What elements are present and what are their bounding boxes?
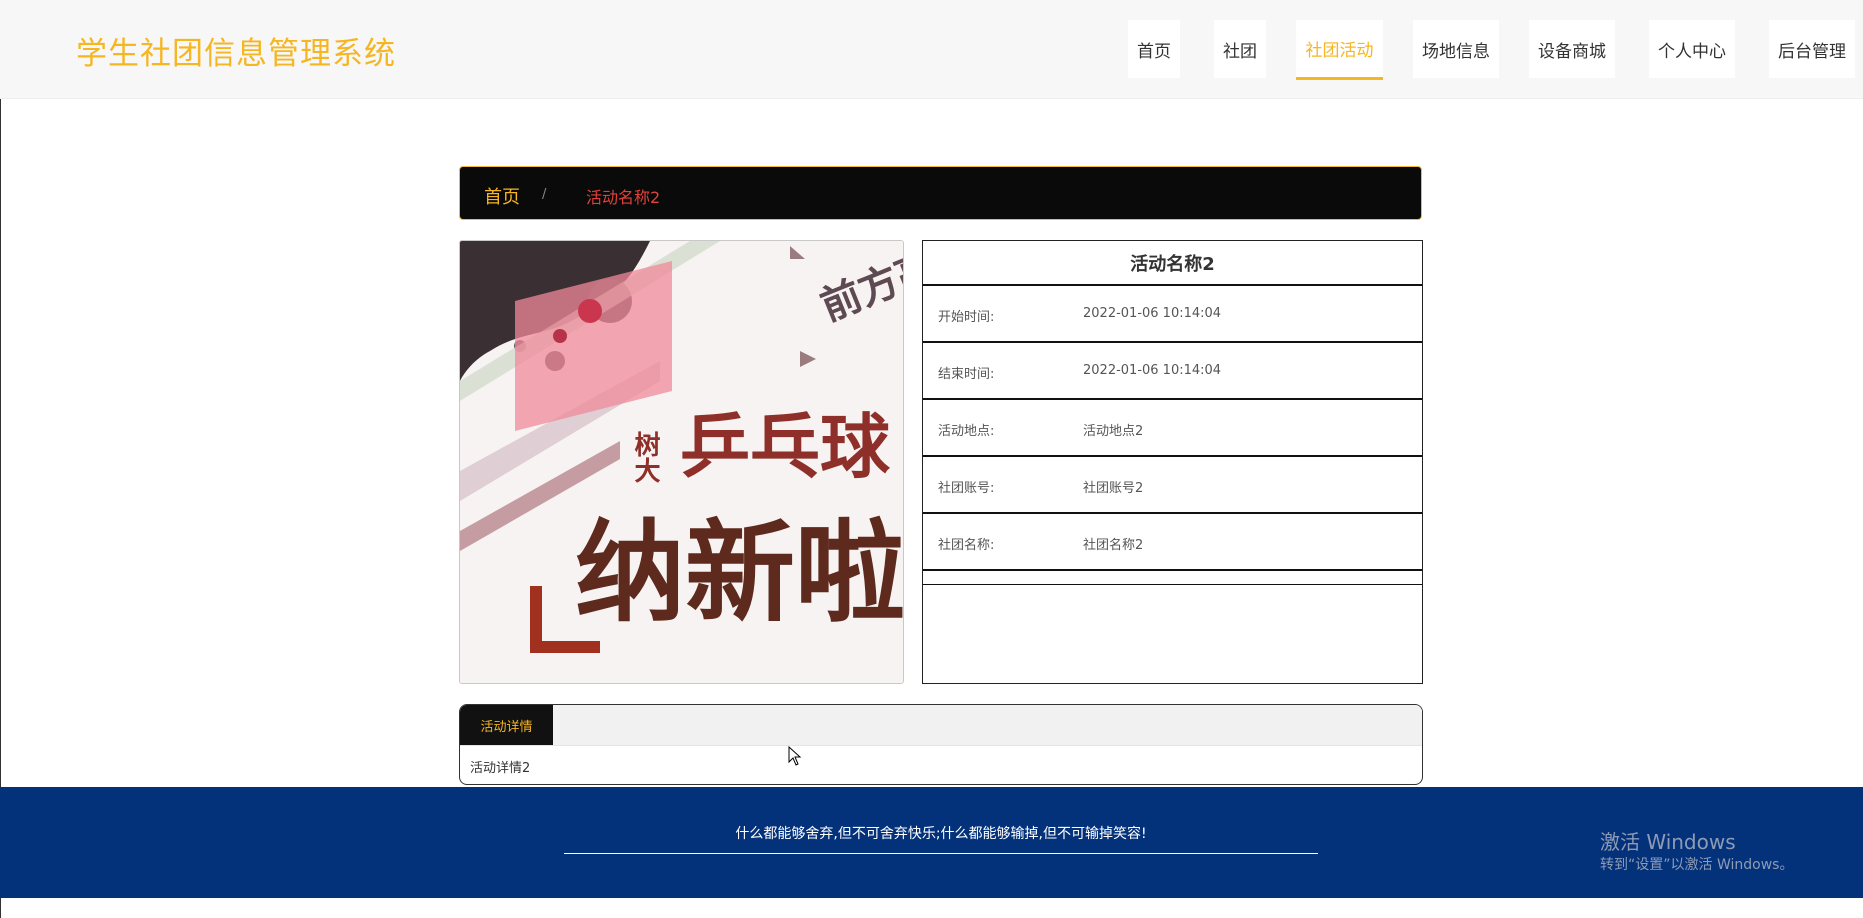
breadcrumb-current: 活动名称2	[586, 188, 661, 207]
info-value: 社团账号2	[1083, 481, 1144, 496]
poster-text-big: 纳新啦	[575, 509, 904, 637]
site-footer: 什么都能够舍弃,但不可舍弃快乐;什么都能够输掉,但不可输掉笑容! 激活 Wind…	[0, 787, 1863, 898]
nav-item-profile[interactable]: 个人中心	[1649, 20, 1735, 78]
info-label: 社团名称:	[938, 538, 995, 553]
info-label: 社团账号:	[938, 481, 995, 496]
tab-activity-details[interactable]: 活动详情	[460, 705, 553, 745]
activity-details-panel: 活动详情 活动详情2	[459, 704, 1423, 785]
main-nav: 首页 社团 社团活动 场地信息 设备商城 个人中心 后台管理	[0, 20, 1863, 80]
info-row-start-time: 开始时间: 2022-01-06 10:14:04	[923, 286, 1422, 343]
info-row-end-time: 结束时间: 2022-01-06 10:14:04	[923, 343, 1422, 400]
nav-item-venue-info[interactable]: 场地信息	[1413, 20, 1499, 78]
info-value: 活动地点2	[1083, 424, 1144, 439]
nav-item-equipment-store[interactable]: 设备商城	[1529, 20, 1615, 78]
info-label: 活动地点:	[938, 424, 995, 439]
mouse-pointer-icon	[788, 746, 802, 766]
nav-item-club-activities[interactable]: 社团活动	[1296, 20, 1383, 80]
poster-text-mid: 乒乓球	[680, 406, 891, 488]
info-value: 社团名称2	[1083, 538, 1144, 553]
site-header: 学生社团信息管理系统 首页 社团 社团活动 场地信息 设备商城 个人中心 后台管…	[0, 0, 1863, 99]
breadcrumb-separator: /	[542, 187, 547, 202]
activity-title: 活动名称2	[923, 241, 1422, 286]
poster-text-small: 树大	[630, 431, 660, 483]
details-content: 活动详情2	[470, 761, 531, 776]
footer-slogan: 什么都能够舍弃,但不可舍弃快乐;什么都能够输掉,但不可输掉笑容!	[564, 823, 1318, 854]
info-row-club-account: 社团账号: 社团账号2	[923, 457, 1422, 514]
info-value: 2022-01-06 10:14:04	[1083, 306, 1222, 321]
nav-item-home[interactable]: 首页	[1128, 20, 1180, 78]
info-value: 2022-01-06 10:14:04	[1083, 363, 1222, 378]
window-edge	[0, 0, 1, 918]
windows-activation-subtitle: 转到“设置”以激活 Windows。	[1600, 857, 1794, 873]
breadcrumb: 首页 / 活动名称2	[459, 166, 1422, 220]
breadcrumb-home-link[interactable]: 首页	[484, 183, 520, 209]
details-tabbar: 活动详情	[460, 705, 1422, 746]
nav-item-admin[interactable]: 后台管理	[1769, 20, 1855, 78]
nav-item-clubs[interactable]: 社团	[1214, 20, 1266, 78]
info-label: 开始时间:	[938, 310, 995, 325]
info-row-empty	[923, 571, 1422, 585]
info-row-location: 活动地点: 活动地点2	[923, 400, 1422, 457]
poster-artwork: 前方高 树大 乒乓球 纳新啦	[460, 241, 904, 683]
info-label: 结束时间:	[938, 367, 995, 382]
windows-activation-title: 激活 Windows	[1600, 830, 1736, 854]
activity-info-table: 活动名称2 开始时间: 2022-01-06 10:14:04 结束时间: 20…	[922, 240, 1423, 684]
activity-poster-image: 前方高 树大 乒乓球 纳新啦	[459, 240, 904, 684]
info-row-club-name: 社团名称: 社团名称2	[923, 514, 1422, 571]
